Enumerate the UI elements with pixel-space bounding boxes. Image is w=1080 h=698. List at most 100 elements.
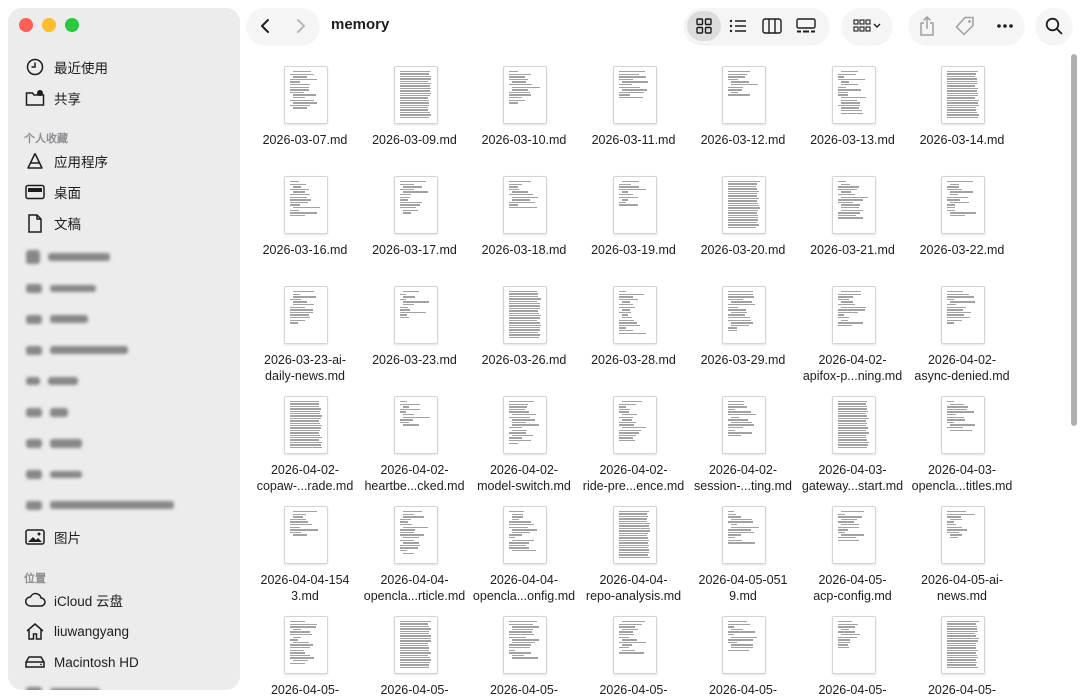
markdown-file-icon [722,66,766,124]
sidebar-item-shared[interactable]: 共享 [24,84,81,112]
file-item[interactable]: 2026-03-23.md [360,282,470,386]
home-icon [24,620,46,642]
sidebar-item-redacted[interactable] [26,406,68,418]
share-icon[interactable] [919,16,935,36]
scrollbar[interactable] [1071,54,1077,426]
window-controls [19,18,79,32]
file-item[interactable]: 2026-04-02- session-...ting.md [688,392,798,496]
sidebar-item-redacted[interactable] [26,468,82,480]
sidebar-item-home[interactable]: liuwangyang [24,617,129,645]
sidebar-item-desktop[interactable]: 桌面 [24,178,81,206]
file-item[interactable]: 2026-04-02- async-denied.md [907,282,1017,386]
sidebar-item-icloud[interactable]: iCloud 云盘 [24,586,123,614]
close-button[interactable] [19,18,33,32]
file-item[interactable]: 2026-03-22.md [907,172,1017,276]
file-item[interactable]: 2026-04-05-ai- news.md [907,502,1017,606]
file-item[interactable]: 2026-04-05-051 9.md [688,502,798,606]
file-item[interactable]: 2026-03-28.md [579,282,689,386]
file-name: 2026-03-22.md [919,243,1005,257]
file-item[interactable]: 2026-04-03- gateway...start.md [798,392,908,496]
file-name: 2026-04-02- model-switch.md [477,463,571,493]
file-item[interactable]: 2026-03-21.md [798,172,908,276]
zoom-button[interactable] [65,18,79,32]
sidebar-item-redacted[interactable] [26,282,96,294]
window-title: memory [331,16,390,33]
file-item[interactable]: 2026-03-14.md [907,62,1017,166]
file-item[interactable]: 2026-03-20.md [688,172,798,276]
file-item[interactable]: 2026-04-05- [907,612,1017,698]
list-view-button[interactable] [721,11,755,41]
sidebar-item-redacted[interactable] [26,437,82,449]
more-icon[interactable] [996,23,1014,29]
sidebar-item-pictures[interactable]: 图片 [24,523,81,551]
file-name: 2026-04-05- [708,683,778,697]
markdown-file-icon [722,616,766,674]
file-item[interactable]: 2026-04-04- opencla...rticle.md [360,502,470,606]
forward-button[interactable] [283,8,319,44]
group-by-button[interactable] [842,8,892,44]
sidebar-item-redacted[interactable] [26,313,88,325]
sidebar-item-macintosh-hd[interactable]: Macintosh HD [24,648,139,676]
file-item[interactable]: 2026-03-17.md [360,172,470,276]
file-name: 2026-04-04-154 3.md [260,573,350,603]
file-item[interactable]: 2026-03-10.md [469,62,579,166]
file-item[interactable]: 2026-03-07.md [250,62,360,166]
file-item[interactable]: 2026-04-05- [250,612,360,698]
file-name: 2026-04-03- opencla...titles.md [911,463,1013,493]
file-item[interactable]: 2026-04-05- [798,612,908,698]
file-item[interactable]: 2026-03-26.md [469,282,579,386]
file-item[interactable]: 2026-04-02- apifox-p...ning.md [798,282,908,386]
sidebar-item-recents[interactable]: 最近使用 [24,53,108,81]
markdown-file-icon [503,506,547,564]
file-item[interactable]: 2026-03-29.md [688,282,798,386]
markdown-file-icon [831,616,876,674]
markdown-file-icon [941,396,985,454]
file-name: 2026-04-05- [818,683,887,697]
icon-view-button[interactable] [687,11,721,41]
file-item[interactable]: 2026-03-18.md [469,172,579,276]
file-item[interactable]: 2026-04-02- model-switch.md [469,392,579,496]
file-item[interactable]: 2026-03-12.md [688,62,798,166]
file-item[interactable]: 2026-04-04- opencla...onfig.md [469,502,579,606]
sidebar-item-redacted[interactable] [26,344,128,356]
file-item[interactable]: 2026-03-09.md [360,62,470,166]
file-item[interactable]: 2026-04-05- acp-config.md [798,502,908,606]
file-item[interactable]: 2026-03-13.md [798,62,908,166]
file-item[interactable]: 2026-04-02- heartbe...cked.md [360,392,470,496]
file-item[interactable]: 2026-03-11.md [579,62,689,166]
back-button[interactable] [247,8,283,44]
gallery-view-button[interactable] [789,11,823,41]
column-view-button[interactable] [755,11,789,41]
file-item[interactable]: 2026-04-05- [579,612,689,698]
tag-icon[interactable] [955,16,975,36]
minimize-button[interactable] [42,18,56,32]
file-grid: 2026-03-07.md 2026-03-09.md 2026-03-10.md 2… [250,62,1070,698]
file-item[interactable]: 2026-04-02- copaw-...rade.md [250,392,360,496]
file-item[interactable]: 2026-04-04- repo-analysis.md [579,502,689,606]
sidebar-item-redacted[interactable] [26,250,110,264]
file-name: 2026-03-21.md [810,243,895,257]
column-view-icon [762,18,782,34]
file-item[interactable]: 2026-04-03- opencla...titles.md [907,392,1017,496]
sidebar-item-redacted[interactable] [26,375,78,387]
file-name: 2026-04-02- session-...ting.md [694,463,792,493]
sidebar-item-applications[interactable]: 应用程序 [24,147,108,175]
markdown-file-icon [941,286,985,344]
sidebar-item-redacted[interactable] [26,499,174,511]
file-item[interactable]: 2026-04-05- [688,612,798,698]
markdown-file-icon [722,176,766,234]
file-name: 2026-03-29.md [700,353,786,367]
file-name: 2026-04-05- [380,683,449,697]
sidebar-item-network[interactable] [26,686,100,690]
file-item[interactable]: 2026-04-05- [360,612,470,698]
file-item[interactable]: 2026-04-04-154 3.md [250,502,360,606]
file-item[interactable]: 2026-03-23-ai- daily-news.md [250,282,360,386]
file-item[interactable]: 2026-04-02- ride-pre...ence.md [579,392,689,496]
file-item[interactable]: 2026-04-05- [469,612,579,698]
list-view-icon [729,19,746,33]
sidebar-item-documents[interactable]: 文稿 [24,209,81,237]
search-button[interactable] [1036,8,1072,44]
file-name: 2026-03-28.md [591,353,676,367]
file-item[interactable]: 2026-03-16.md [250,172,360,276]
file-item[interactable]: 2026-03-19.md [579,172,689,276]
